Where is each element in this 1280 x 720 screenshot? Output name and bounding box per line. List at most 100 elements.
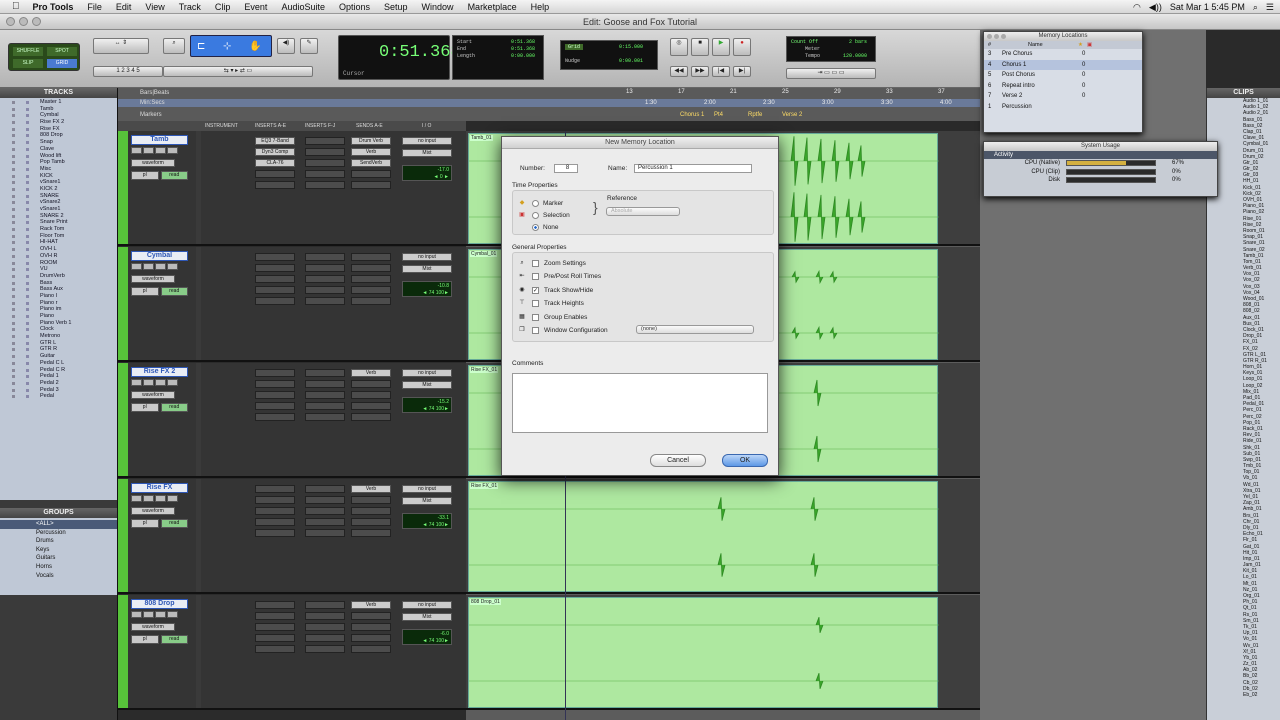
insert-slot-empty[interactable] <box>255 645 295 653</box>
volume-pan-display[interactable]: -10.8 ◄ 74 100► <box>402 281 452 297</box>
volume-value[interactable]: -15.2 <box>405 399 449 406</box>
tempo-label[interactable]: Tempo <box>805 53 820 59</box>
selection-radio[interactable] <box>532 212 539 219</box>
count-off-value[interactable]: 2 bars <box>849 39 867 45</box>
tracklist-item[interactable]: SNARE 2 <box>0 213 117 220</box>
volume-value[interactable]: -10.8 <box>405 283 449 290</box>
insert-slot-empty[interactable] <box>255 253 295 261</box>
slip-mode-button[interactable]: SLIP <box>13 59 43 68</box>
record-enable-button[interactable] <box>131 495 142 502</box>
menu-item-window[interactable]: Window <box>415 2 461 12</box>
insert-slot-empty[interactable] <box>255 391 295 399</box>
send-slot-empty[interactable] <box>351 286 391 294</box>
send-slot-empty[interactable] <box>351 170 391 178</box>
col-inserts-fj[interactable]: INSERTS F-J <box>305 123 335 129</box>
menu-item-marketplace[interactable]: Marketplace <box>461 2 524 12</box>
insert-slot-empty[interactable] <box>305 402 345 410</box>
send-slot-empty[interactable] <box>351 529 391 537</box>
apple-menu-icon[interactable]:  <box>0 1 26 12</box>
minimize-window-button[interactable] <box>19 17 28 26</box>
insert-slot-empty[interactable] <box>305 297 345 305</box>
col-inserts-ae[interactable]: INSERTS A-E <box>255 123 286 129</box>
insert-slot-empty[interactable] <box>255 634 295 642</box>
volume-icon[interactable]: ◀)) <box>1149 2 1162 13</box>
output-select[interactable]: Mixt <box>402 613 452 621</box>
solo-button[interactable] <box>155 263 166 270</box>
tracklist-item[interactable]: DrumVerb <box>0 273 117 280</box>
tracklist-item[interactable]: SNARE <box>0 193 117 200</box>
insert-slot-empty[interactable] <box>305 253 345 261</box>
mute-button[interactable] <box>167 263 178 270</box>
send-slot[interactable]: Verb <box>351 148 391 156</box>
option-checkbox[interactable]: ✓ <box>532 286 539 294</box>
output-select[interactable]: Mixt <box>402 149 452 157</box>
tracklist-item[interactable]: Clock <box>0 326 117 333</box>
tracks-header[interactable]: TRACKS <box>0 88 117 98</box>
insert-slot-empty[interactable] <box>305 612 345 620</box>
insert-slot[interactable]: EQ3 7-Band <box>255 137 295 145</box>
record-enable-button[interactable] <box>131 379 142 386</box>
tracklist-item[interactable]: OVH R <box>0 253 117 260</box>
tracklist-item[interactable]: Rise FX 2 <box>0 119 117 126</box>
tracklist-item[interactable]: Wood lift <box>0 153 117 160</box>
send-slot[interactable]: Verb <box>351 485 391 493</box>
memory-row[interactable]: 4 Chorus 1 0 <box>984 59 1142 70</box>
tracklist-item[interactable]: Master 1 <box>0 99 117 106</box>
memory-row[interactable]: 1 Percussion <box>984 102 1142 113</box>
memory-col-number[interactable]: # <box>984 41 998 49</box>
automation-mode-select[interactable]: read <box>160 171 188 180</box>
nudge-value[interactable]: 0:00.001 <box>619 58 643 64</box>
activity-section[interactable]: Activity <box>984 151 1217 159</box>
audio-clip[interactable]: Rise FX_01 <box>468 481 939 592</box>
tracklist-item[interactable]: Clave <box>0 146 117 153</box>
automation-mode-select[interactable]: read <box>160 287 188 296</box>
play-icon[interactable]: ▶ <box>712 38 730 56</box>
send-slot-empty[interactable] <box>351 634 391 642</box>
name-field[interactable]: Percussion 1 <box>634 164 752 173</box>
insert-slot-empty[interactable] <box>305 159 345 167</box>
mute-button[interactable] <box>167 495 178 502</box>
volume-pan-display[interactable]: -33.1 ◄ 74 100► <box>402 513 452 529</box>
menu-item-options[interactable]: Options <box>332 2 377 12</box>
playlist-button[interactable]: pl <box>131 403 159 412</box>
insert-slot-empty[interactable] <box>305 369 345 377</box>
track-view-select[interactable]: waveform <box>131 507 175 515</box>
menu-item-setup[interactable]: Setup <box>377 2 415 12</box>
output-select[interactable]: Mixt <box>402 497 452 505</box>
wifi-icon[interactable]: ◠ <box>1133 2 1141 13</box>
send-slot-empty[interactable] <box>351 402 391 410</box>
zoom-buttons[interactable]: ↔ ⇕ <box>93 38 149 54</box>
marker-label[interactable]: Verse 2 <box>782 112 802 118</box>
volume-value[interactable]: -33.1 <box>405 515 449 522</box>
insert-slot-empty[interactable] <box>305 286 345 294</box>
tracklist-item[interactable]: Bass Aux <box>0 286 117 293</box>
fast-forward-icon[interactable]: ▶▶ <box>691 66 709 77</box>
tracklist-item[interactable]: ROOM <box>0 260 117 267</box>
input-monitor-button[interactable] <box>143 495 154 502</box>
tracklist-item[interactable]: Bass <box>0 280 117 287</box>
pan-value[interactable]: ◄ 74 100► <box>405 638 449 645</box>
end-value[interactable]: 0:51.368 <box>511 46 535 52</box>
tracklist-item[interactable]: Rise FX <box>0 126 117 133</box>
search-icon[interactable]: ⌕ <box>1253 2 1258 13</box>
main-counter[interactable]: 0:51.368 Cursor <box>338 35 461 80</box>
record-icon[interactable]: ● <box>733 38 751 56</box>
volume-pan-display[interactable]: -6.0 ◄ 74 100► <box>402 629 452 645</box>
insert-slot-empty[interactable] <box>255 612 295 620</box>
tracklist-item[interactable]: Piano Verb 1 <box>0 320 117 327</box>
zoomer-tool-icon[interactable]: ⌕ <box>163 38 185 54</box>
record-enable-button[interactable] <box>131 147 142 154</box>
tracklist-item[interactable]: KICK <box>0 173 117 180</box>
track-name[interactable]: Rise FX <box>131 483 188 493</box>
send-slot-empty[interactable] <box>351 264 391 272</box>
menu-item-help[interactable]: Help <box>524 2 557 12</box>
send-slot-empty[interactable] <box>351 645 391 653</box>
menu-item-clip[interactable]: Clip <box>208 2 238 12</box>
insert-slot-empty[interactable] <box>305 496 345 504</box>
group-item[interactable]: Drums <box>0 537 117 546</box>
insert-slot-empty[interactable] <box>305 634 345 642</box>
input-select[interactable]: no input <box>402 369 452 377</box>
insert-slot-empty[interactable] <box>305 529 345 537</box>
insert-slot-empty[interactable] <box>305 275 345 283</box>
insert-slot-empty[interactable] <box>255 518 295 526</box>
